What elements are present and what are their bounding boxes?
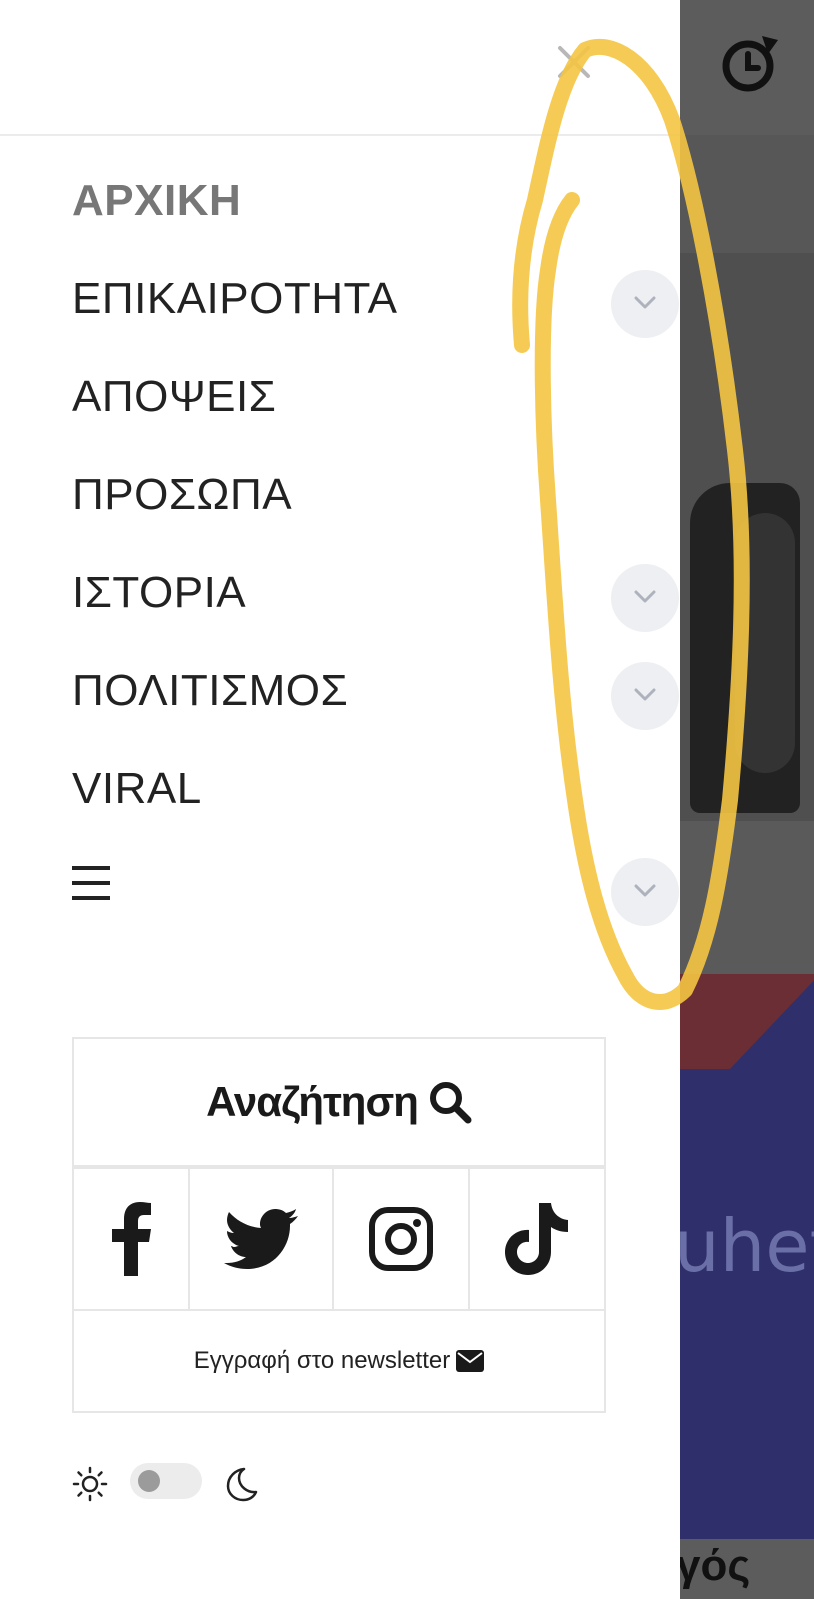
menu-item-label: VIRAL [72,764,202,813]
drawer-header [0,0,680,136]
menu-item-home[interactable]: ΑΡΧΙΚΗ [0,150,680,248]
nav-drawer: ΑΡΧΙΚΗ ΕΠΙΚΑΙΡΟΤΗΤΑ ΑΠΟΨΕΙΣ ΠΡΟΣΩΠΑ ΙΣΤΟ… [0,0,680,1599]
search-button[interactable]: Αναζήτηση [74,1039,604,1169]
menu-item-people[interactable]: ΠΡΟΣΩΠΑ [0,444,680,542]
close-icon[interactable] [554,42,594,82]
newsletter-label: Εγγραφή στο newsletter [193,1347,451,1374]
expand-button[interactable] [611,858,679,926]
menu-item-news[interactable]: ΕΠΙΚΑΙΡΟΤΗΤΑ [0,248,680,346]
chevron-down-icon [634,884,656,897]
twitter-link[interactable] [190,1169,334,1309]
chevron-down-icon [634,590,656,603]
facebook-link[interactable] [74,1169,190,1309]
menu-item-viral[interactable]: VIRAL [0,738,680,836]
background-bottom-text: γός [676,1541,751,1590]
instagram-icon [369,1207,433,1271]
moon-icon [226,1467,258,1502]
chevron-down-icon [634,688,656,701]
social-links [74,1169,604,1311]
sun-icon [72,1466,108,1502]
facebook-icon [112,1202,151,1276]
menu-item-history[interactable]: ΙΣΤΟΡΙΑ [0,542,680,640]
newsletter-link[interactable]: Εγγραφή στο newsletter [74,1311,604,1411]
tiktok-link[interactable] [470,1169,604,1309]
twitter-icon [224,1209,298,1269]
menu-item-label: ΠΡΟΣΩΠΑ [72,470,293,519]
search-social-box: Αναζήτηση Εγγραφή στο newsletter [72,1037,606,1413]
tiktok-icon [505,1203,568,1275]
history-icon[interactable] [718,30,784,96]
dark-mode-toggle[interactable] [130,1463,202,1499]
search-icon [429,1082,472,1124]
menu-item-culture[interactable]: ΠΟΛΙΤΙΣΜΟΣ [0,640,680,738]
expand-button[interactable] [611,564,679,632]
menu-item-label: ΠΟΛΙΤΙΣΜΟΣ [72,666,349,715]
expand-button[interactable] [611,270,679,338]
hamburger-icon [72,866,110,900]
chevron-down-icon [634,296,656,309]
background-banner-text: uhet [674,1204,814,1288]
instagram-link[interactable] [334,1169,470,1309]
menu-item-more[interactable] [0,836,680,934]
toggle-knob [138,1470,160,1492]
theme-switcher [72,1460,272,1510]
menu-item-label: ΙΣΤΟΡΙΑ [72,568,247,617]
menu-item-label: ΑΡΧΙΚΗ [72,176,242,225]
menu-item-label: ΑΠΟΨΕΙΣ [72,372,277,421]
expand-button[interactable] [611,662,679,730]
menu-item-label: ΕΠΙΚΑΙΡΟΤΗΤΑ [72,274,398,323]
menu-item-opinions[interactable]: ΑΠΟΨΕΙΣ [0,346,680,444]
envelope-icon [456,1350,485,1372]
search-label: Αναζήτηση [206,1078,419,1125]
